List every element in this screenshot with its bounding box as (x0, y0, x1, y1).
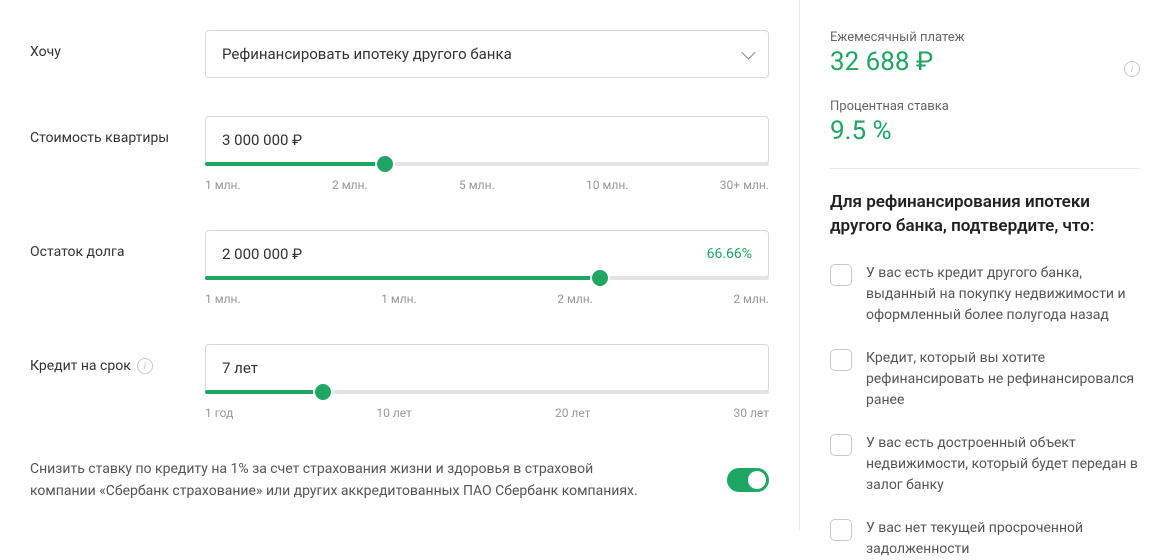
confirm-checkbox-2[interactable] (830, 349, 852, 371)
term-ticks: 1 год 10 лет 20 лет 30 лет (205, 406, 769, 420)
property-cost-label: Стоимость квартиры (30, 116, 205, 146)
monthly-label: Ежемесячный платеж (830, 30, 965, 45)
insurance-text: Снизить ставку по кредиту на 1% за счет … (30, 458, 650, 503)
toggle-knob (748, 471, 766, 489)
confirm-text-4: У вас нет текущей просроченной задолженн… (866, 518, 1140, 560)
property-cost-slider[interactable] (205, 162, 769, 166)
confirm-text-2: Кредит, который вы хотите рефинансироват… (866, 348, 1140, 411)
debt-slider[interactable] (205, 276, 769, 280)
debt-value: 2 000 000 ₽ (222, 245, 302, 263)
insurance-toggle[interactable] (727, 468, 769, 492)
confirm-text-3: У вас есть достроенный объект недвижимос… (866, 433, 1140, 496)
confirm-checkbox-1[interactable] (830, 264, 852, 286)
purpose-label: Хочу (30, 30, 205, 60)
confirm-checkbox-3[interactable] (830, 434, 852, 456)
term-slider[interactable] (205, 390, 769, 394)
confirm-text-1: У вас есть кредит другого банка, выданны… (866, 263, 1140, 326)
term-input[interactable]: 7 лет (205, 344, 769, 392)
debt-input[interactable]: 2 000 000 ₽ 66.66% (205, 230, 769, 278)
chevron-down-icon (741, 46, 755, 60)
purpose-value: Рефинансировать ипотеку другого банка (222, 45, 512, 63)
calculator-form: Хочу Рефинансировать ипотеку другого бан… (0, 0, 800, 530)
property-cost-value: 3 000 000 ₽ (222, 131, 302, 149)
info-icon[interactable]: i (137, 358, 153, 374)
debt-percent: 66.66% (707, 246, 752, 262)
debt-label: Остаток долга (30, 230, 205, 260)
property-cost-ticks: 1 млн. 2 млн. 5 млн. 10 млн. 30+ млн. (205, 178, 769, 192)
rate-label: Процентная ставка (830, 99, 1140, 114)
rate-value: 9.5 % (830, 116, 1140, 146)
term-value: 7 лет (222, 359, 258, 377)
term-label: Кредит на срок i (30, 344, 205, 374)
summary-panel: Ежемесячный платеж 32 688 ₽ i Процентная… (800, 0, 1170, 530)
divider (830, 168, 1140, 169)
info-icon[interactable]: i (1124, 61, 1140, 77)
property-cost-input[interactable]: 3 000 000 ₽ (205, 116, 769, 164)
debt-ticks: 1 млн. 1 млн. 2 млн. 2 млн. (205, 292, 769, 306)
purpose-select[interactable]: Рефинансировать ипотеку другого банка (205, 30, 769, 78)
monthly-value: 32 688 ₽ (830, 47, 965, 77)
confirm-title: Для рефинансирования ипотеки другого бан… (830, 191, 1140, 239)
